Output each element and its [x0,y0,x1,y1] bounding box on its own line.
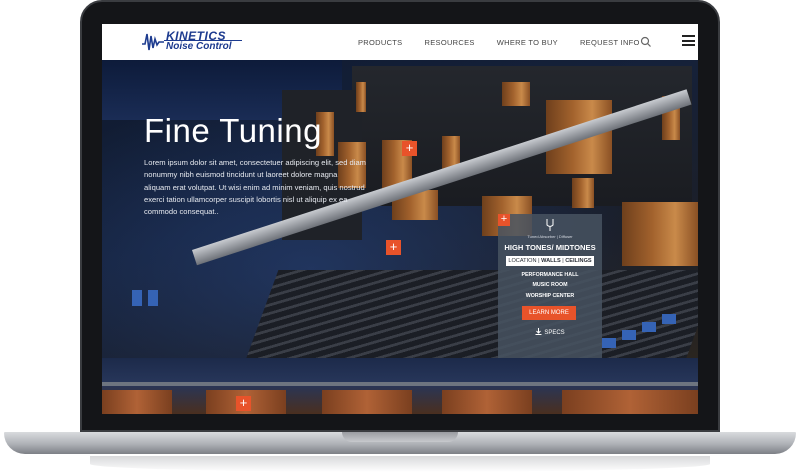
learn-more-button[interactable]: LEARN MORE [522,306,576,320]
site-header: KINETICS Noise Control PRODUCTS RESOURCE… [102,24,698,60]
side-seat [148,290,158,306]
nav-item-request-info[interactable]: REQUEST INFO [580,38,640,47]
tag-ceilings: CEILINGS [565,258,592,264]
side-seat [132,290,142,306]
seat [602,338,616,348]
wood-panel [356,82,366,112]
seat [662,314,676,324]
sound-wave-logo-icon [142,33,164,51]
hero-description: Lorem ipsum dolor sit amet, consectetuer… [144,158,367,217]
card-use-list: PERFORMANCE HALL MUSIC ROOM WORSHIP CENT… [498,270,602,301]
card-subtitle: Tuned Absorber | Diffuser [527,234,573,239]
hotspot-plus-button[interactable]: + [402,141,417,156]
hero-banner: Fine Tuning Lorem ipsum dolor sit amet, … [102,60,698,358]
hamburger-menu-icon[interactable] [682,35,695,46]
menu-bar [682,44,695,46]
hero-title: Fine Tuning [144,112,322,149]
laptop-base-notch [342,432,458,442]
use-music-room: MUSIC ROOM [532,282,568,289]
wood-panel [502,82,530,106]
auditorium-seats [245,270,698,358]
hotspot-plus-button[interactable]: + [386,240,401,255]
search-icon[interactable] [640,36,652,48]
kinetics-logo[interactable]: KINETICS Noise Control [142,28,242,54]
tag-walls: WALLS [541,258,561,264]
seat [642,322,656,332]
menu-bar [682,39,695,42]
nav-item-resources[interactable]: RESOURCES [425,38,475,47]
specs-download-link[interactable]: SPECS [498,328,602,336]
wood-panel [102,390,172,414]
next-section-preview: + [102,358,698,414]
seat [622,330,636,340]
nav-item-where-to-buy[interactable]: WHERE TO BUY [497,38,558,47]
laptop-screen: KINETICS Noise Control PRODUCTS RESOURCE… [102,24,698,414]
wood-panel [622,202,698,266]
tuning-fork-icon [546,219,554,231]
wood-panel [572,178,594,208]
download-icon [535,328,542,335]
card-location-tags: LOCATION | WALLS | CEILINGS [506,256,594,266]
laptop-shadow [90,456,710,472]
menu-bar [682,35,695,37]
logo-text-noise-control: Noise Control [166,41,232,52]
tag-location: LOCATION [508,258,537,264]
strip-rail [102,382,698,386]
use-performance-hall: PERFORMANCE HALL [521,272,579,278]
wood-panel [322,390,412,414]
use-worship-center: WORSHIP CENTER [525,292,575,299]
nav-item-products[interactable]: PRODUCTS [358,38,403,47]
card-collapse-button[interactable]: + [498,214,510,226]
wood-panel [562,390,698,414]
card-headline: HIGH TONES/ MIDTONES [504,243,596,252]
wood-panel [442,390,532,414]
product-info-card: + Tuned Absorber | Diffuser HIGH TONES/ … [498,214,602,358]
specs-label: SPECS [544,330,565,336]
main-nav: PRODUCTS RESOURCES WHERE TO BUY REQUEST … [358,24,662,60]
hotspot-plus-button[interactable]: + [236,396,251,411]
